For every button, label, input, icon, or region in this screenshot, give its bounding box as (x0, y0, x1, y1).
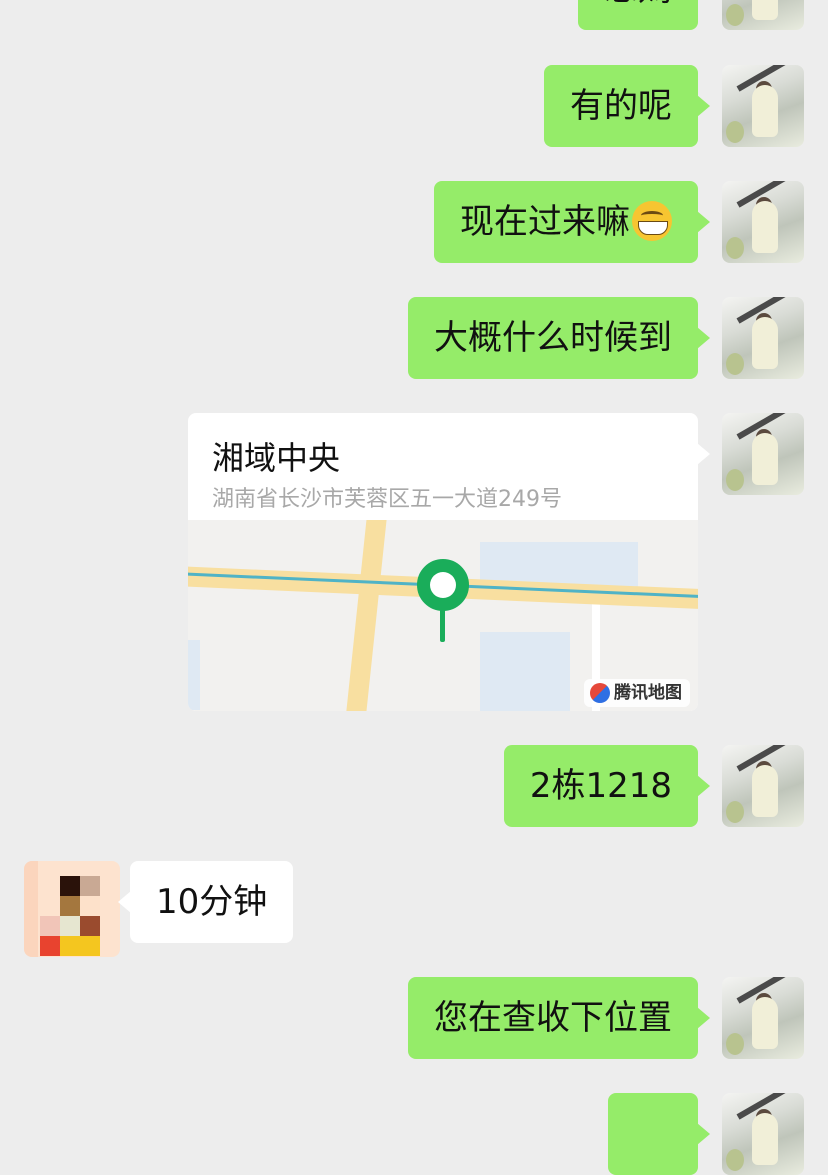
my-avatar[interactable] (722, 297, 804, 379)
location-address: 湖南省长沙市芙蓉区五一大道249号 (212, 487, 562, 512)
my-avatar[interactable] (722, 65, 804, 147)
message-bubble-outgoing[interactable]: 现在过来嘛 (434, 181, 710, 263)
my-avatar[interactable] (722, 0, 804, 30)
message-bubble-outgoing[interactable]: 思媽 (578, 0, 698, 30)
message-bubble-outgoing[interactable]: 您在查收下位置 (408, 977, 710, 1059)
message-text: 有的呢 (570, 86, 672, 126)
location-title: 湘域中央 (212, 439, 341, 477)
message-text: 您在查收下位置 (434, 998, 672, 1038)
contact-avatar[interactable] (24, 861, 120, 957)
tencent-map-logo-icon (590, 683, 610, 703)
my-avatar[interactable] (722, 977, 804, 1059)
my-avatar[interactable] (722, 745, 804, 827)
message-bubble-outgoing[interactable]: 有的呢 (544, 65, 710, 147)
message-text: 10分钟 (156, 882, 268, 922)
location-message-card[interactable]: 湘域中央 湖南省长沙市芙蓉区五一大道249号 腾讯地图 (188, 413, 698, 711)
message-bubble-incoming[interactable]: 10分钟 (117, 861, 294, 943)
my-avatar[interactable] (722, 181, 804, 263)
map-brand-badge: 腾讯地图 (584, 679, 690, 707)
message-text: 现在过来嘛 (460, 202, 630, 242)
message-text: 2栋1218 (529, 766, 672, 806)
map-preview[interactable]: 腾讯地图 (188, 520, 698, 711)
my-avatar[interactable] (722, 1093, 804, 1175)
message-bubble-outgoing[interactable]: 大概什么时候到 (408, 297, 710, 379)
map-pin-icon (417, 559, 469, 611)
grinning-emoji-icon (632, 201, 672, 241)
message-text: 思媽 (604, 0, 672, 9)
message-bubble-outgoing[interactable] (608, 1093, 710, 1175)
message-text: 大概什么时候到 (434, 318, 672, 358)
map-brand-label: 腾讯地图 (614, 683, 682, 703)
message-bubble-outgoing[interactable]: 2栋1218 (503, 745, 711, 827)
my-avatar[interactable] (722, 413, 804, 495)
chat-view: 思媽 有的呢 现在过来嘛 大概什么时候到 湘域中央 湖南省长沙市芙蓉区五一大道2… (0, 0, 828, 1175)
